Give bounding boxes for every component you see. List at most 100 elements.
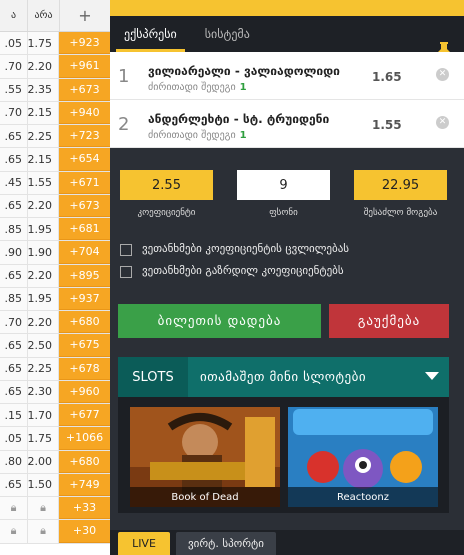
odd-cell[interactable]: .70 xyxy=(0,311,28,334)
bottom-tabs: LIVE ვირტ. სპორტი xyxy=(110,530,464,555)
more-markets-button[interactable]: +30 xyxy=(59,520,110,543)
odd-cell[interactable]: .90 xyxy=(0,241,28,264)
more-markets-button[interactable]: +923 xyxy=(59,32,110,55)
odd-cell[interactable]: 🔒︎ xyxy=(28,520,59,543)
odd-cell[interactable]: .65 xyxy=(0,334,28,357)
game-reactoonz[interactable]: Reactoonz xyxy=(288,407,438,507)
more-markets-button[interactable]: +1066 xyxy=(59,427,110,450)
odd-cell[interactable]: 2.00 xyxy=(28,450,59,473)
odd-cell[interactable]: .70 xyxy=(0,55,28,78)
odd-cell[interactable]: .65 xyxy=(0,194,28,217)
header-col-no: არა xyxy=(28,0,60,31)
odd-cell[interactable]: .05 xyxy=(0,32,28,55)
remove-icon[interactable]: ✕ xyxy=(436,116,449,129)
odd-cell[interactable]: 2.30 xyxy=(28,380,59,403)
odd-cell[interactable]: 2.20 xyxy=(28,55,59,78)
odd-cell[interactable]: 2.20 xyxy=(28,194,59,217)
chevron-down-icon[interactable] xyxy=(425,372,439,380)
odd-cell[interactable]: .65 xyxy=(0,264,28,287)
odd-cell[interactable]: 2.20 xyxy=(28,311,59,334)
more-markets-button[interactable]: +33 xyxy=(59,497,110,520)
more-markets-button[interactable]: +673 xyxy=(59,78,110,101)
slots-tag: SLOTS xyxy=(118,357,188,397)
table-row: .70 2.20 +680 xyxy=(0,311,110,335)
more-markets-button[interactable]: +675 xyxy=(59,334,110,357)
slots-widget: SLOTS ითამაშეთ მინი სლოტები Book of Dead xyxy=(118,357,449,513)
bet-pick: 1 xyxy=(239,130,247,141)
odd-cell[interactable]: .85 xyxy=(0,218,28,241)
tab-express[interactable]: ექსპრესი xyxy=(110,16,191,52)
more-markets-button[interactable]: +960 xyxy=(59,380,110,403)
more-markets-button[interactable]: +937 xyxy=(59,287,110,310)
odd-cell[interactable]: .85 xyxy=(0,287,28,310)
odd-cell[interactable]: 1.95 xyxy=(28,218,59,241)
lock-icon: 🔒︎ xyxy=(10,501,17,515)
odd-cell[interactable]: 1.95 xyxy=(28,287,59,310)
odd-cell[interactable]: .80 xyxy=(0,450,28,473)
odd-cell[interactable]: .65 xyxy=(0,473,28,496)
game-book-of-dead[interactable]: Book of Dead xyxy=(130,407,280,507)
more-markets-button[interactable]: +681 xyxy=(59,218,110,241)
table-row: .65 2.25 +723 xyxy=(0,125,110,149)
more-markets-button[interactable]: +723 xyxy=(59,125,110,148)
table-row: .65 2.20 +895 xyxy=(0,264,110,288)
header-col-yes: ა xyxy=(0,0,28,31)
odd-cell[interactable]: 1.55 xyxy=(28,171,59,194)
more-markets-button[interactable]: +680 xyxy=(59,450,110,473)
more-markets-button[interactable]: +678 xyxy=(59,357,110,380)
odd-cell[interactable]: 2.25 xyxy=(28,125,59,148)
odd-cell[interactable]: .65 xyxy=(0,357,28,380)
odd-cell[interactable]: 2.25 xyxy=(28,357,59,380)
slots-header[interactable]: SLOTS ითამაშეთ მინი სლოტები xyxy=(118,357,449,397)
odd-cell[interactable]: 🔒︎ xyxy=(0,520,28,543)
more-markets-button[interactable]: +673 xyxy=(59,194,110,217)
stake-input[interactable]: 9 xyxy=(237,170,330,200)
odd-cell[interactable]: .65 xyxy=(0,380,28,403)
accept-odds-change-checkbox[interactable] xyxy=(120,244,132,256)
odd-cell[interactable]: .45 xyxy=(0,171,28,194)
odd-cell[interactable]: 2.15 xyxy=(28,101,59,124)
table-row: .65 2.15 +654 xyxy=(0,148,110,172)
more-markets-button[interactable]: +677 xyxy=(59,404,110,427)
odd-cell[interactable]: 2.50 xyxy=(28,334,59,357)
odd-cell[interactable]: .65 xyxy=(0,148,28,171)
more-markets-button[interactable]: +749 xyxy=(59,473,110,496)
odd-cell[interactable]: 1.70 xyxy=(28,404,59,427)
cancel-button[interactable]: გაუქმება xyxy=(329,304,449,338)
more-markets-button[interactable]: +671 xyxy=(59,171,110,194)
more-markets-button[interactable]: +654 xyxy=(59,148,110,171)
game-name: Book of Dead xyxy=(130,487,280,507)
more-markets-button[interactable]: +940 xyxy=(59,101,110,124)
tab-virtual-sports[interactable]: ვირტ. სპორტი xyxy=(176,532,276,555)
odd-cell[interactable]: 🔒︎ xyxy=(28,497,59,520)
more-markets-button[interactable]: +704 xyxy=(59,241,110,264)
odd-cell[interactable]: 2.20 xyxy=(28,264,59,287)
more-markets-button[interactable]: +961 xyxy=(59,55,110,78)
tab-system[interactable]: სისტემა xyxy=(191,16,264,52)
odd-cell[interactable]: 1.75 xyxy=(28,32,59,55)
more-markets-button[interactable]: +680 xyxy=(59,311,110,334)
accept-boosted-odds-checkbox[interactable] xyxy=(120,266,132,278)
table-row: 🔒︎ 🔒︎ +30 xyxy=(0,520,110,544)
odd-cell[interactable]: .15 xyxy=(0,404,28,427)
odd-cell[interactable]: 2.15 xyxy=(28,148,59,171)
odd-cell[interactable]: .70 xyxy=(0,101,28,124)
plus-icon[interactable]: + xyxy=(60,0,110,31)
more-markets-button[interactable]: +895 xyxy=(59,264,110,287)
lock-icon: 🔒︎ xyxy=(40,524,46,538)
odds-table-header: ა არა + xyxy=(0,0,110,32)
odd-cell[interactable]: 2.35 xyxy=(28,78,59,101)
odd-cell[interactable]: 🔒︎ xyxy=(0,497,28,520)
place-bet-button[interactable]: ბილეთის დადება xyxy=(118,304,321,338)
odd-cell[interactable]: .55 xyxy=(0,78,28,101)
odd-cell[interactable]: .65 xyxy=(0,125,28,148)
coefficient-value: 2.55 xyxy=(120,170,213,200)
remove-icon[interactable]: ✕ xyxy=(436,68,449,81)
tab-live[interactable]: LIVE xyxy=(118,532,170,555)
odd-cell[interactable]: 1.50 xyxy=(28,473,59,496)
odd-cell[interactable]: 1.75 xyxy=(28,427,59,450)
odd-cell[interactable]: 1.90 xyxy=(28,241,59,264)
odd-cell[interactable]: .05 xyxy=(0,427,28,450)
odds-table: ა არა + .05 1.75 +923.70 2.20 +961.55 2.35 +67… xyxy=(0,0,110,555)
bet-odd: 1.65 xyxy=(372,70,402,84)
